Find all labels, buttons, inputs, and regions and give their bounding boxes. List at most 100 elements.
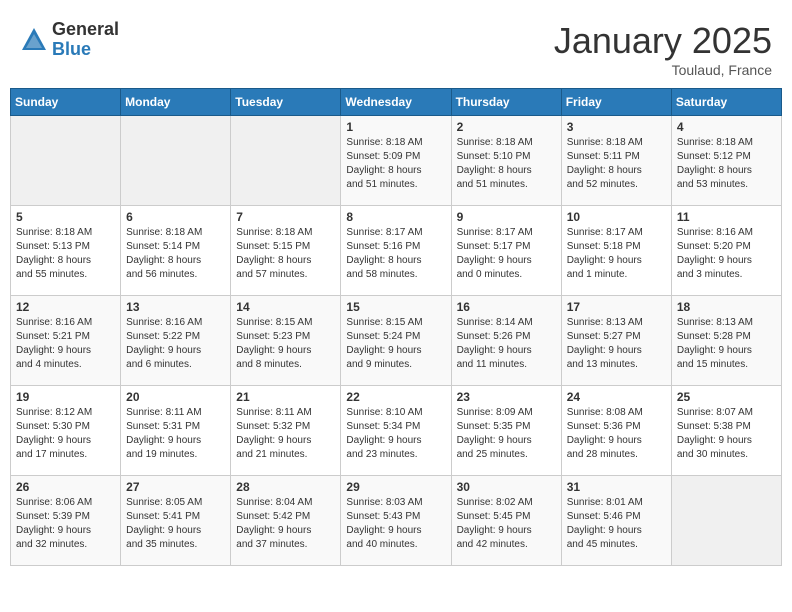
- day-info: Sunrise: 8:17 AM Sunset: 5:18 PM Dayligh…: [567, 226, 666, 282]
- day-number: 13: [126, 300, 225, 314]
- day-info: Sunrise: 8:01 AM Sunset: 5:46 PM Dayligh…: [567, 496, 666, 552]
- day-info: Sunrise: 8:12 AM Sunset: 5:30 PM Dayligh…: [16, 406, 115, 462]
- day-number: 20: [126, 390, 225, 404]
- calendar-cell: 14Sunrise: 8:15 AM Sunset: 5:23 PM Dayli…: [231, 296, 341, 386]
- day-number: 31: [567, 480, 666, 494]
- day-info: Sunrise: 8:18 AM Sunset: 5:10 PM Dayligh…: [457, 136, 556, 192]
- day-info: Sunrise: 8:16 AM Sunset: 5:20 PM Dayligh…: [677, 226, 776, 282]
- calendar-cell: 7Sunrise: 8:18 AM Sunset: 5:15 PM Daylig…: [231, 206, 341, 296]
- weekday-header: Friday: [561, 89, 671, 116]
- day-number: 6: [126, 210, 225, 224]
- calendar-cell: 26 Sunrise: 8:06 AM Sunset: 5:39 PM Dayli…: [11, 476, 121, 566]
- calendar-cell: [121, 116, 231, 206]
- calendar-week-row: 26 Sunrise: 8:06 AM Sunset: 5:39 PM Dayli…: [11, 476, 782, 566]
- title-section: January 2025 Toulaud, France: [554, 20, 772, 78]
- day-number: 1: [346, 120, 445, 134]
- calendar-cell: 9Sunrise: 8:17 AM Sunset: 5:17 PM Daylig…: [451, 206, 561, 296]
- day-number: 2: [457, 120, 556, 134]
- day-info: Sunrise: 8:02 AM Sunset: 5:45 PM Dayligh…: [457, 496, 556, 552]
- logo: General Blue: [20, 20, 119, 60]
- day-number: 28: [236, 480, 335, 494]
- calendar-week-row: 19 Sunrise: 8:12 AM Sunset: 5:30 PM Dayli…: [11, 386, 782, 476]
- day-info: Sunrise: 8:13 AM Sunset: 5:28 PM Dayligh…: [677, 316, 776, 372]
- day-info: Sunrise: 8:17 AM Sunset: 5:17 PM Dayligh…: [457, 226, 556, 282]
- day-number: 12: [16, 300, 115, 314]
- calendar-cell: 31 Sunrise: 8:01 AM Sunset: 5:46 PM Dayli…: [561, 476, 671, 566]
- weekday-header: Tuesday: [231, 89, 341, 116]
- day-number: 15: [346, 300, 445, 314]
- day-info: Sunrise: 8:11 AM Sunset: 5:31 PM Dayligh…: [126, 406, 225, 462]
- calendar-cell: [11, 116, 121, 206]
- weekday-header: Sunday: [11, 89, 121, 116]
- day-info: Sunrise: 8:10 AM Sunset: 5:34 PM Dayligh…: [346, 406, 445, 462]
- day-info: Sunrise: 8:18 AM Sunset: 5:09 PM Dayligh…: [346, 136, 445, 192]
- weekday-header: Saturday: [671, 89, 781, 116]
- day-info: Sunrise: 8:03 AM Sunset: 5:43 PM Dayligh…: [346, 496, 445, 552]
- day-number: 30: [457, 480, 556, 494]
- day-info: Sunrise: 8:15 AM Sunset: 5:24 PM Dayligh…: [346, 316, 445, 372]
- calendar-cell: 15 Sunrise: 8:15 AM Sunset: 5:24 PM Dayli…: [341, 296, 451, 386]
- day-info: Sunrise: 8:04 AM Sunset: 5:42 PM Dayligh…: [236, 496, 335, 552]
- calendar-cell: 18 Sunrise: 8:13 AM Sunset: 5:28 PM Dayli…: [671, 296, 781, 386]
- calendar-cell: 27Sunrise: 8:05 AM Sunset: 5:41 PM Dayli…: [121, 476, 231, 566]
- calendar-cell: 19 Sunrise: 8:12 AM Sunset: 5:30 PM Dayli…: [11, 386, 121, 476]
- calendar-cell: 23 Sunrise: 8:09 AM Sunset: 5:35 PM Dayli…: [451, 386, 561, 476]
- logo-blue: Blue: [52, 40, 119, 60]
- day-info: Sunrise: 8:11 AM Sunset: 5:32 PM Dayligh…: [236, 406, 335, 462]
- day-number: 19: [16, 390, 115, 404]
- calendar-cell: 3Sunrise: 8:18 AM Sunset: 5:11 PM Daylig…: [561, 116, 671, 206]
- day-number: 23: [457, 390, 556, 404]
- day-number: 3: [567, 120, 666, 134]
- day-number: 29: [346, 480, 445, 494]
- calendar-cell: 22 Sunrise: 8:10 AM Sunset: 5:34 PM Dayli…: [341, 386, 451, 476]
- calendar-cell: 5 Sunrise: 8:18 AM Sunset: 5:13 PM Daylig…: [11, 206, 121, 296]
- calendar-cell: 17 Sunrise: 8:13 AM Sunset: 5:27 PM Dayli…: [561, 296, 671, 386]
- calendar-cell: 8Sunrise: 8:17 AM Sunset: 5:16 PM Daylig…: [341, 206, 451, 296]
- day-info: Sunrise: 8:16 AM Sunset: 5:22 PM Dayligh…: [126, 316, 225, 372]
- logo-text: General Blue: [52, 20, 119, 60]
- calendar-week-row: 5 Sunrise: 8:18 AM Sunset: 5:13 PM Daylig…: [11, 206, 782, 296]
- calendar-cell: 4 Sunrise: 8:18 AM Sunset: 5:12 PM Daylig…: [671, 116, 781, 206]
- calendar-week-row: 1 Sunrise: 8:18 AM Sunset: 5:09 PM Daylig…: [11, 116, 782, 206]
- day-info: Sunrise: 8:18 AM Sunset: 5:13 PM Dayligh…: [16, 226, 115, 282]
- day-number: 21: [236, 390, 335, 404]
- day-number: 5: [16, 210, 115, 224]
- calendar-table: SundayMondayTuesdayWednesdayThursdayFrid…: [10, 88, 782, 566]
- day-number: 4: [677, 120, 776, 134]
- calendar-cell: 21 Sunrise: 8:11 AM Sunset: 5:32 PM Dayli…: [231, 386, 341, 476]
- calendar-cell: [671, 476, 781, 566]
- calendar-cell: 12 Sunrise: 8:16 AM Sunset: 5:21 PM Dayli…: [11, 296, 121, 386]
- day-number: 26: [16, 480, 115, 494]
- day-number: 16: [457, 300, 556, 314]
- day-number: 22: [346, 390, 445, 404]
- day-info: Sunrise: 8:07 AM Sunset: 5:38 PM Dayligh…: [677, 406, 776, 462]
- logo-general: General: [52, 20, 119, 40]
- calendar-cell: 6Sunrise: 8:18 AM Sunset: 5:14 PM Daylig…: [121, 206, 231, 296]
- day-info: Sunrise: 8:09 AM Sunset: 5:35 PM Dayligh…: [457, 406, 556, 462]
- calendar-cell: 30 Sunrise: 8:02 AM Sunset: 5:45 PM Dayli…: [451, 476, 561, 566]
- calendar-cell: 24Sunrise: 8:08 AM Sunset: 5:36 PM Dayli…: [561, 386, 671, 476]
- weekday-header: Thursday: [451, 89, 561, 116]
- day-number: 17: [567, 300, 666, 314]
- page-header: General Blue January 2025 Toulaud, Franc…: [10, 10, 782, 83]
- day-number: 18: [677, 300, 776, 314]
- location: Toulaud, France: [554, 62, 772, 78]
- day-info: Sunrise: 8:06 AM Sunset: 5:39 PM Dayligh…: [16, 496, 115, 552]
- calendar-cell: 10Sunrise: 8:17 AM Sunset: 5:18 PM Dayli…: [561, 206, 671, 296]
- calendar-cell: 2 Sunrise: 8:18 AM Sunset: 5:10 PM Daylig…: [451, 116, 561, 206]
- logo-icon: [20, 26, 48, 54]
- day-info: Sunrise: 8:16 AM Sunset: 5:21 PM Dayligh…: [16, 316, 115, 372]
- calendar-cell: 1 Sunrise: 8:18 AM Sunset: 5:09 PM Daylig…: [341, 116, 451, 206]
- day-info: Sunrise: 8:08 AM Sunset: 5:36 PM Dayligh…: [567, 406, 666, 462]
- day-number: 25: [677, 390, 776, 404]
- calendar-cell: 13 Sunrise: 8:16 AM Sunset: 5:22 PM Dayli…: [121, 296, 231, 386]
- day-number: 11: [677, 210, 776, 224]
- day-number: 14: [236, 300, 335, 314]
- calendar-cell: 20 Sunrise: 8:11 AM Sunset: 5:31 PM Dayli…: [121, 386, 231, 476]
- day-info: Sunrise: 8:17 AM Sunset: 5:16 PM Dayligh…: [346, 226, 445, 282]
- day-info: Sunrise: 8:18 AM Sunset: 5:12 PM Dayligh…: [677, 136, 776, 192]
- calendar-cell: 16Sunrise: 8:14 AM Sunset: 5:26 PM Dayli…: [451, 296, 561, 386]
- day-info: Sunrise: 8:13 AM Sunset: 5:27 PM Dayligh…: [567, 316, 666, 372]
- day-number: 27: [126, 480, 225, 494]
- calendar-cell: 29 Sunrise: 8:03 AM Sunset: 5:43 PM Dayli…: [341, 476, 451, 566]
